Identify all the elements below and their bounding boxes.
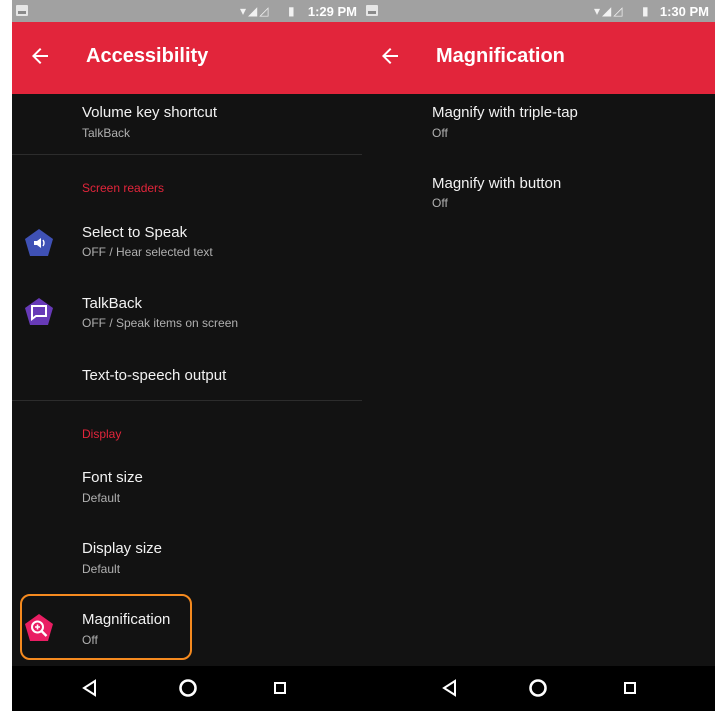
status-time: 1:30 PM xyxy=(659,4,709,19)
item-summary: Default xyxy=(82,562,121,576)
item-title: Magnify with button xyxy=(432,175,562,192)
magnification-screen: ▾◢◿ ▮ 1:30 PM Magnification Magnify with… xyxy=(362,0,715,711)
navigation-bar xyxy=(362,666,715,711)
section-header-display: Display xyxy=(82,427,122,441)
item-summary: Off xyxy=(432,126,448,140)
status-time: 1:29 PM xyxy=(307,4,357,19)
item-title: Select to Speak xyxy=(82,224,188,241)
list-item-font-size[interactable]: Font size Default xyxy=(12,458,363,520)
item-summary: TalkBack xyxy=(82,126,131,140)
status-icons: ▾◢◿ xyxy=(240,4,271,18)
back-triangle-icon[interactable] xyxy=(80,678,100,698)
divider xyxy=(12,400,363,401)
back-triangle-icon[interactable] xyxy=(440,678,460,698)
back-arrow-icon[interactable] xyxy=(378,44,402,68)
item-title: Text-to-speech output xyxy=(82,367,227,384)
section-header-screen-readers: Screen readers xyxy=(82,181,165,195)
gallery-notification-icon xyxy=(16,5,28,16)
item-summary: OFF / Hear selected text xyxy=(82,245,213,259)
status-icons: ▾◢◿ xyxy=(594,4,625,18)
status-bar: ▾◢◿ ▮ 1:30 PM xyxy=(362,0,715,22)
item-summary: Off xyxy=(432,196,448,210)
navigation-bar xyxy=(12,666,363,711)
item-summary: Default xyxy=(82,491,121,505)
accessibility-screen: ▾◢◿ ▮ 1:29 PM Accessibility Volume key s… xyxy=(12,0,363,711)
item-title: Volume key shortcut xyxy=(82,104,218,121)
item-title: Magnify with triple-tap xyxy=(432,104,578,121)
recents-square-icon[interactable] xyxy=(270,678,290,698)
list-item-text-to-speech[interactable]: Text-to-speech output xyxy=(12,355,363,399)
page-title: Accessibility xyxy=(86,45,209,67)
list-item-magnify-triple-tap[interactable]: Magnify with triple-tap Off xyxy=(362,94,715,160)
app-bar: Accessibility xyxy=(12,22,363,94)
list-item-volume-key-shortcut[interactable]: Volume key shortcut TalkBack xyxy=(12,94,363,154)
highlight-outline xyxy=(20,594,192,660)
item-title: Font size xyxy=(82,469,143,486)
select-to-speak-icon xyxy=(25,229,53,256)
list-item-select-to-speak[interactable]: Select to Speak OFF / Hear selected text xyxy=(12,212,363,274)
gallery-notification-icon xyxy=(366,5,378,16)
app-bar: Magnification xyxy=(362,22,715,94)
status-bar: ▾◢◿ ▮ 1:29 PM xyxy=(12,0,363,22)
list-item-display-size[interactable]: Display size Default xyxy=(12,530,363,592)
back-arrow-icon[interactable] xyxy=(28,44,52,68)
battery-icon: ▮ xyxy=(642,4,651,18)
list-item-magnify-button[interactable]: Magnify with button Off xyxy=(362,164,715,230)
item-title: TalkBack xyxy=(82,295,143,312)
item-title: Display size xyxy=(82,540,163,557)
home-circle-icon[interactable] xyxy=(178,678,198,698)
talkback-icon xyxy=(25,298,53,325)
divider xyxy=(12,154,363,155)
recents-square-icon[interactable] xyxy=(620,678,640,698)
battery-icon: ▮ xyxy=(288,4,297,18)
page-title: Magnification xyxy=(436,45,565,67)
list-item-talkback[interactable]: TalkBack OFF / Speak items on screen xyxy=(12,283,363,345)
home-circle-icon[interactable] xyxy=(528,678,548,698)
item-summary: OFF / Speak items on screen xyxy=(82,316,239,330)
